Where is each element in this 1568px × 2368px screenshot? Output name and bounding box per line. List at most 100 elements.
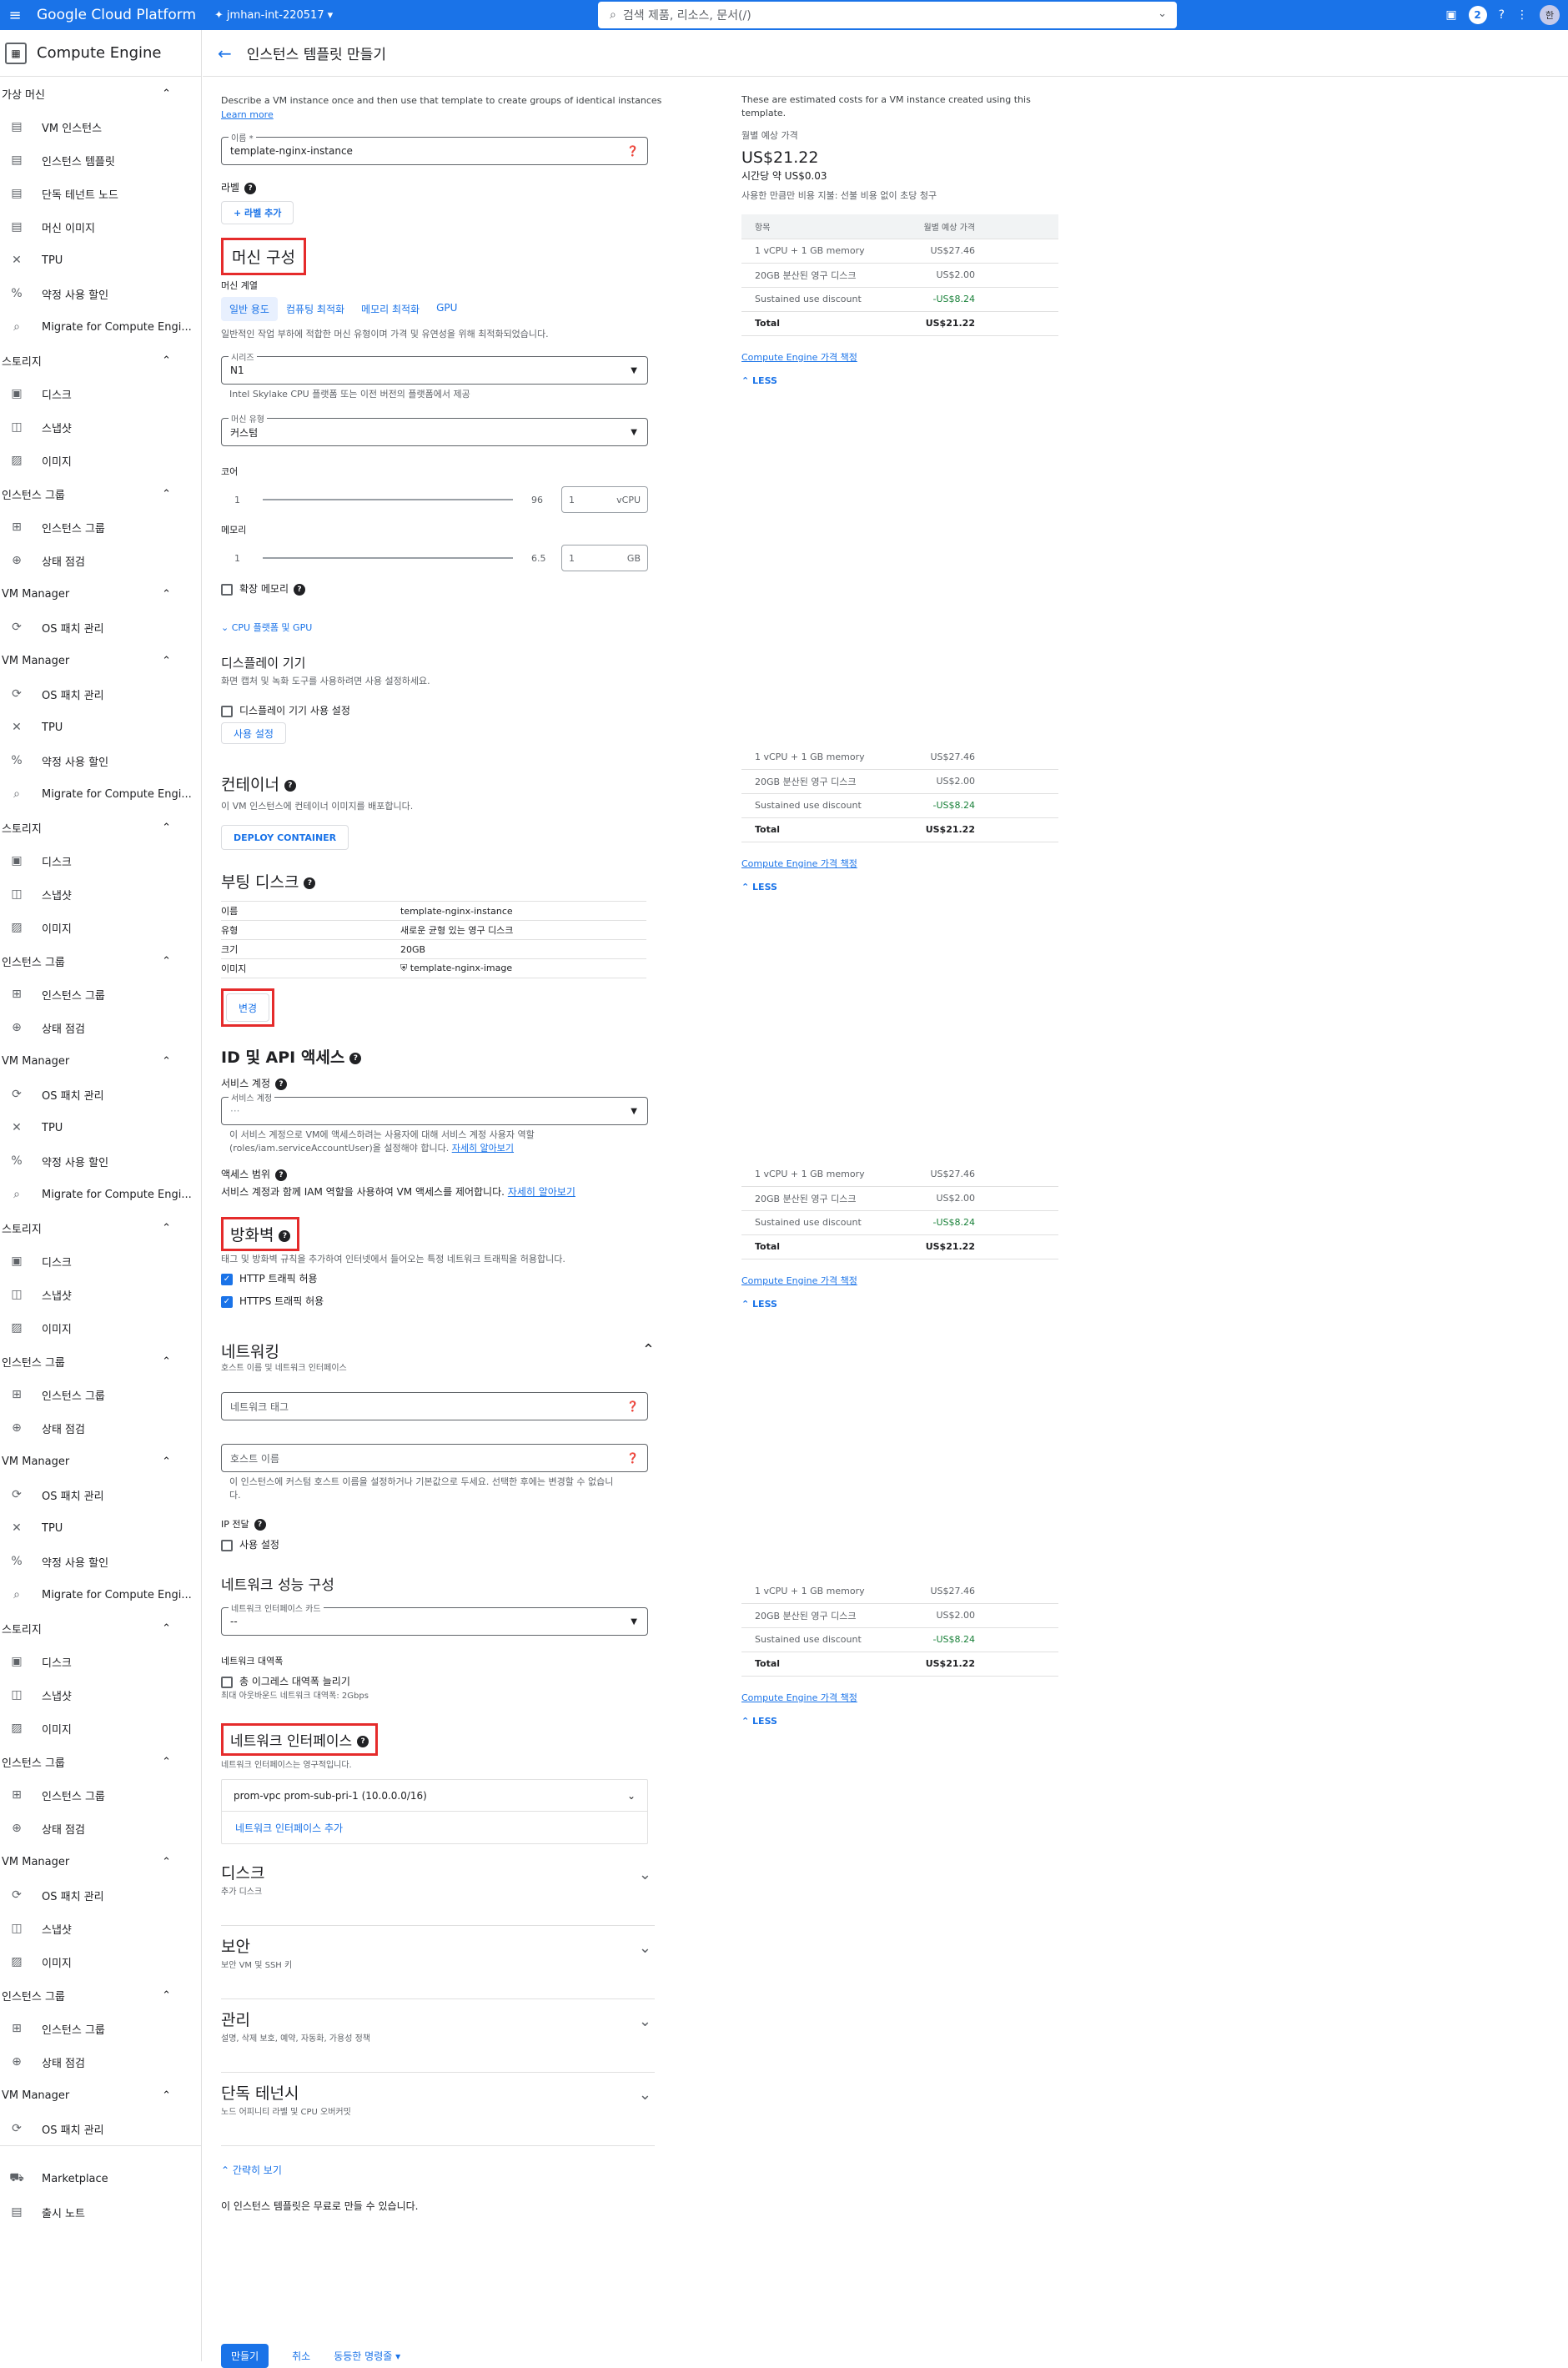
collapsible-section[interactable]: 디스크 추가 디스크 ⌄ xyxy=(221,1853,655,1926)
chevron-up-icon[interactable]: ⌃ xyxy=(162,2089,171,2102)
sidebar-item[interactable]: % 약정 사용 할인 xyxy=(0,1144,201,1178)
sidebar-item[interactable]: ▣ 디스크 xyxy=(0,1645,201,1678)
sidebar-item[interactable]: ⌕ Migrate for Compute Engi... xyxy=(0,310,201,344)
sidebar-item[interactable]: ⊞ 인스턴스 그룹 xyxy=(0,510,201,544)
sidebar-section[interactable]: 인스턴스 그룹 ⌃ xyxy=(0,1345,201,1378)
sidebar-item[interactable]: ◫ 스냅샷 xyxy=(0,1278,201,1311)
sidebar-item[interactable]: ⌕ Migrate for Compute Engi... xyxy=(0,1578,201,1611)
chevron-up-icon[interactable]: ⌃ xyxy=(162,1989,171,2002)
collapsible-section[interactable]: 보안 보안 VM 및 SSH 키 ⌄ xyxy=(221,1926,655,1999)
chevron-up-icon[interactable]: ⌃ xyxy=(162,88,171,100)
sidebar-item[interactable]: ▤ VM 인스턴스 xyxy=(0,110,201,143)
sidebar-section[interactable]: VM Manager ⌃ xyxy=(0,2079,201,2112)
sidebar-section[interactable]: VM Manager ⌃ xyxy=(0,644,201,677)
chevron-down-icon[interactable]: ⌄ xyxy=(1158,8,1167,20)
sidebar-section[interactable]: 인스턴스 그룹 ⌃ xyxy=(0,944,201,978)
nic-card-select[interactable]: 네트워크 인터페이스 카드 -- ▼ xyxy=(221,1601,648,1636)
cores-input[interactable]: 1 vCPU xyxy=(561,486,648,513)
sidebar-item[interactable]: ⟳ OS 패치 관리 xyxy=(0,1478,201,1511)
help-icon[interactable]: ? xyxy=(275,1169,288,1181)
less-toggle[interactable]: ⌃ LESS xyxy=(741,1716,1058,1727)
service-account-select[interactable]: 서비스 계정 ··· ▼ xyxy=(221,1091,648,1125)
sidebar-item[interactable]: ▨ 이미지 xyxy=(0,1311,201,1345)
sidebar-section[interactable]: 스토리지 ⌃ xyxy=(0,344,201,377)
chevron-up-icon[interactable]: ⌃ xyxy=(162,588,171,601)
brand-title[interactable]: Google Cloud Platform xyxy=(37,7,196,23)
add-nic-button[interactable]: 네트워크 인터페이스 추가 xyxy=(222,1812,647,1843)
sidebar-item[interactable]: ▨ 이미지 xyxy=(0,444,201,477)
sidebar-item[interactable]: ✕ TPU xyxy=(0,244,201,277)
sidebar-section[interactable]: VM Manager ⌃ xyxy=(0,1044,201,1078)
sidebar-item[interactable]: ⊞ 인스턴스 그룹 xyxy=(0,1378,201,1411)
learn-more-link[interactable]: 자세히 알아보기 xyxy=(452,1143,514,1154)
chevron-down-icon[interactable]: ⌄ xyxy=(639,1866,651,1883)
sidebar-item[interactable]: ✕ TPU xyxy=(0,1511,201,1545)
sidebar-item[interactable]: ⊕ 상태 점검 xyxy=(0,2045,201,2079)
sidebar-item[interactable]: ✕ TPU xyxy=(0,711,201,744)
sidebar-item[interactable]: ✕ TPU xyxy=(0,1111,201,1144)
back-arrow-icon[interactable]: ← xyxy=(218,43,232,63)
help-icon[interactable]: ? xyxy=(279,1229,291,1242)
ip-forward-checkbox[interactable]: 사용 설정 xyxy=(221,1537,855,1551)
pricing-link[interactable]: Compute Engine 가격 책정 xyxy=(741,1692,857,1703)
tab-machine-family[interactable]: 컴퓨팅 최적화 xyxy=(278,297,353,321)
chevron-up-icon[interactable]: ⌃ xyxy=(162,354,171,367)
help-icon[interactable]: ? xyxy=(284,779,296,792)
create-button[interactable]: 만들기 xyxy=(221,2344,269,2368)
search-input[interactable]: ⌕ 검색 제품, 리소스, 문서(/) ⌄ xyxy=(598,2,1177,28)
chevron-up-icon[interactable]: ⌃ xyxy=(162,1055,171,1068)
chevron-up-icon[interactable]: ⌃ xyxy=(162,1856,171,1868)
sidebar-section[interactable]: 스토리지 ⌃ xyxy=(0,1611,201,1645)
chevron-down-icon[interactable]: ⌄ xyxy=(627,1790,636,1802)
chevron-down-icon[interactable]: ⌄ xyxy=(639,1939,651,1957)
collapsible-section[interactable]: 단독 테넌시 노드 어피니티 라벨 및 CPU 오버커밋 ⌄ xyxy=(221,2073,655,2146)
chevron-up-icon[interactable]: ⌃ xyxy=(162,488,171,500)
add-label-button[interactable]: + 라벨 추가 xyxy=(221,201,294,224)
change-boot-button[interactable]: 변경 xyxy=(226,993,270,1022)
sidebar-section[interactable]: 스토리지 ⌃ xyxy=(0,1211,201,1244)
deploy-container-button[interactable]: DEPLOY CONTAINER xyxy=(221,825,349,850)
chevron-up-icon[interactable]: ⌃ xyxy=(162,1756,171,1768)
chevron-up-icon[interactable]: ⌃ xyxy=(162,1622,171,1635)
chevron-down-icon[interactable]: ⌄ xyxy=(639,2086,651,2104)
cloud-shell-icon[interactable]: ▣ xyxy=(1445,8,1456,22)
sidebar-item[interactable]: ▨ 이미지 xyxy=(0,911,201,944)
sidebar-item[interactable]: ⛟ Marketplace xyxy=(0,2162,201,2195)
sidebar-item[interactable]: ⊞ 인스턴스 그룹 xyxy=(0,1778,201,1812)
help-icon[interactable]: ? xyxy=(349,1052,362,1064)
help-icon[interactable]: ? xyxy=(294,583,306,596)
sidebar-item[interactable]: ⟳ OS 패치 관리 xyxy=(0,1078,201,1111)
tab-machine-family[interactable]: GPU xyxy=(428,297,465,321)
collapsible-section[interactable]: 관리 설명, 삭제 보호, 예약, 자동화, 가용성 정책 ⌄ xyxy=(221,1999,655,2073)
sidebar-item[interactable]: ▤ 단독 테넌트 노드 xyxy=(0,177,201,210)
sidebar-item[interactable]: ⟳ OS 패치 관리 xyxy=(0,677,201,711)
display-enable-button[interactable]: 사용 설정 xyxy=(221,722,286,744)
sidebar-section[interactable]: VM Manager ⌃ xyxy=(0,1845,201,1878)
learn-more-link[interactable]: 자세히 알아보기 xyxy=(508,1186,575,1198)
sidebar-item[interactable]: ◫ 스냅샷 xyxy=(0,1912,201,1945)
sidebar-section[interactable]: 인스턴스 그룹 ⌃ xyxy=(0,1745,201,1778)
nic-row[interactable]: prom-vpc prom-sub-pri-1 (10.0.0.0/16) ⌄ xyxy=(222,1780,647,1812)
learn-more-link[interactable]: Learn more xyxy=(221,109,274,120)
pricing-link[interactable]: Compute Engine 가격 책정 xyxy=(741,1275,857,1286)
chevron-up-icon[interactable]: ⌃ xyxy=(162,1222,171,1234)
help-icon[interactable]: ? xyxy=(254,1519,266,1531)
sidebar-item[interactable]: % 약정 사용 할인 xyxy=(0,1545,201,1578)
more-vert-icon[interactable]: ⋮ xyxy=(1516,8,1528,22)
help-icon[interactable]: ❓ xyxy=(626,1452,639,1464)
sidebar-section[interactable]: 가상 머신 ⌃ xyxy=(0,77,201,110)
help-icon[interactable]: ❓ xyxy=(626,1400,639,1412)
cancel-button[interactable]: 취소 xyxy=(292,2349,310,2363)
sidebar-item[interactable]: ▣ 디스크 xyxy=(0,377,201,410)
pricing-link[interactable]: Compute Engine 가격 책정 xyxy=(741,858,857,869)
sidebar-item[interactable]: ▤ 출시 노트 xyxy=(0,2195,201,2229)
chevron-down-icon[interactable]: ⌄ xyxy=(639,2013,651,2030)
tab-machine-family[interactable]: 일반 용도 xyxy=(221,297,278,321)
sidebar-section[interactable]: 인스턴스 그룹 ⌃ xyxy=(0,477,201,510)
avatar[interactable]: 한 xyxy=(1540,5,1560,25)
sidebar-item[interactable]: ⟳ OS 패치 관리 xyxy=(0,2112,201,2145)
help-icon[interactable]: ❓ xyxy=(626,145,639,157)
help-icon[interactable]: ? xyxy=(275,1078,288,1090)
sidebar-item[interactable]: ▨ 이미지 xyxy=(0,1712,201,1745)
sidebar-item[interactable]: % 약정 사용 할인 xyxy=(0,744,201,777)
